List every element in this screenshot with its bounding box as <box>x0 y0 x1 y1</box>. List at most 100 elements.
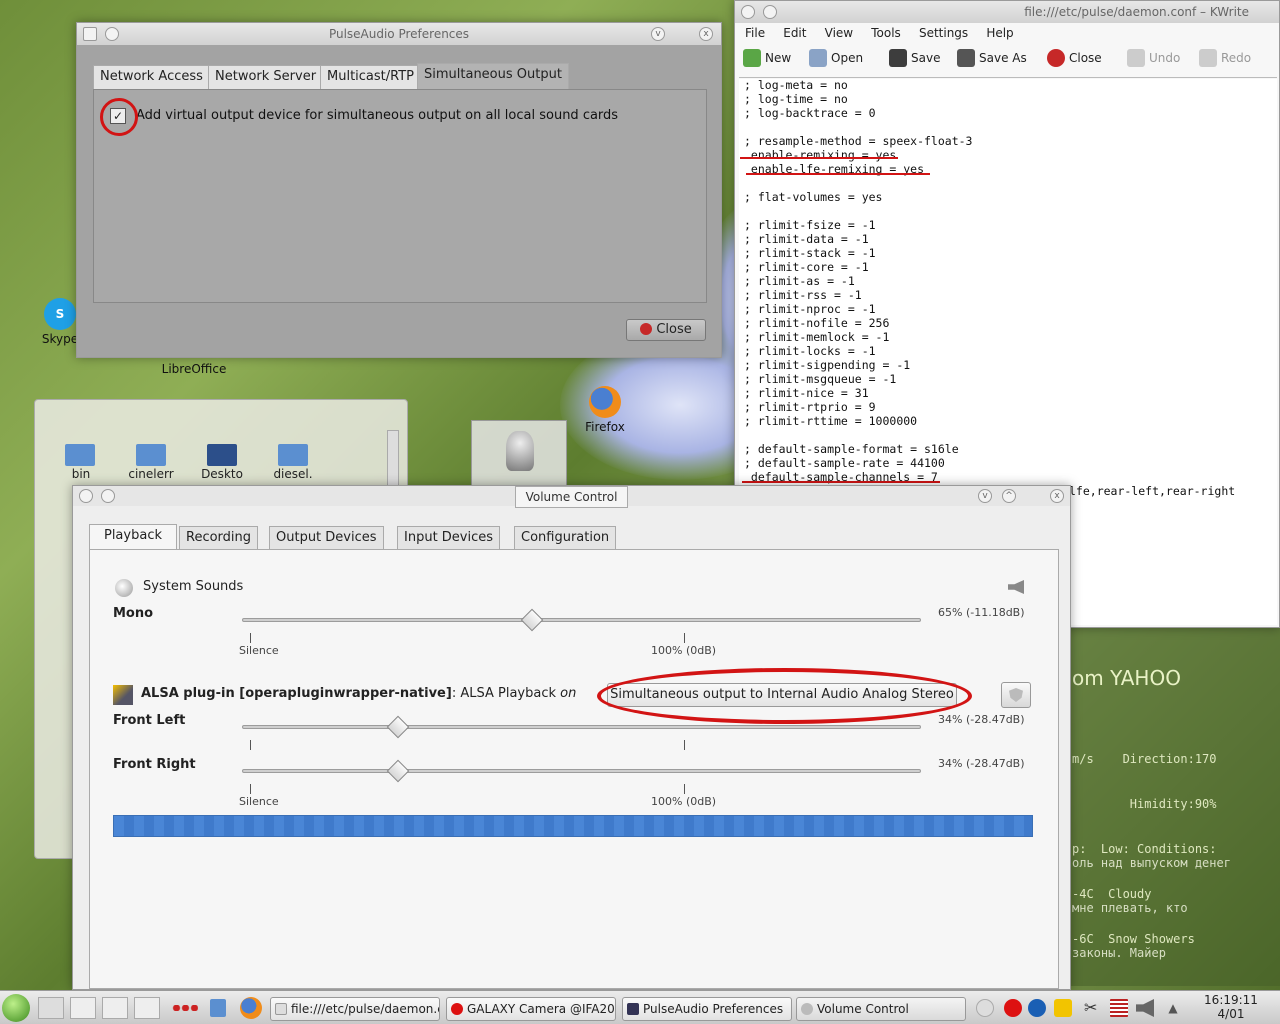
menu-view[interactable]: View <box>825 26 853 40</box>
kwrite-titlebar[interactable]: file:///etc/pulse/daemon.conf – KWrite <box>735 1 1279 23</box>
code-line: enable-remixing = yes <box>744 148 897 162</box>
desktop-folder-icon[interactable] <box>207 444 237 466</box>
activities-dots-icon[interactable] <box>172 1005 198 1011</box>
undo-button[interactable]: Undo <box>1127 49 1180 67</box>
task-opera[interactable]: GALAXY Camera @IFA201 <box>446 997 616 1021</box>
minimize-icon[interactable]: v <box>978 489 992 503</box>
pin-icon[interactable] <box>101 489 115 503</box>
volume-control-icon <box>801 1003 813 1015</box>
scissors-icon[interactable]: ✂ <box>1084 999 1102 1017</box>
minimize-icon[interactable]: v <box>651 27 665 41</box>
code-line-tail: lfe,rear-left,rear-right <box>1069 484 1236 498</box>
save-button[interactable]: Save <box>889 49 940 67</box>
code-line: ; rlimit-memlock = -1 <box>744 330 890 344</box>
us-flag-icon[interactable] <box>1110 999 1128 1017</box>
tab-network-access[interactable]: Network Access <box>93 65 210 89</box>
task-pulseaudio-preferences[interactable]: PulseAudio Preferences <box>622 997 792 1021</box>
volume-icon[interactable] <box>1136 999 1154 1017</box>
task-kwrite[interactable]: file:///etc/pulse/daemon.co <box>270 997 440 1021</box>
new-button[interactable]: New <box>743 49 791 67</box>
pin-icon[interactable] <box>105 27 119 41</box>
menu-tools[interactable]: Tools <box>871 26 901 40</box>
start-menu-icon[interactable] <box>2 994 30 1022</box>
new-label: New <box>765 51 792 65</box>
folder-icon[interactable] <box>278 444 308 466</box>
redo-label: Redo <box>1221 51 1252 65</box>
desktop-pager-1[interactable] <box>38 997 64 1019</box>
maximize-icon[interactable]: ^ <box>1002 489 1016 503</box>
desktop-pager-2[interactable] <box>70 997 96 1019</box>
tab-configuration[interactable]: Configuration <box>514 526 617 550</box>
window-title: file:///etc/pulse/daemon.conf – KWrite <box>1024 5 1249 19</box>
tab-multicast-rtp[interactable]: Multicast/RTP <box>320 65 422 89</box>
menu-help[interactable]: Help <box>986 26 1013 40</box>
menu-file[interactable]: File <box>745 26 765 40</box>
save-as-button[interactable]: Save As <box>957 49 1027 67</box>
front-left-value: 34% (-28.47dB) <box>938 713 1025 726</box>
folder-scrollbar[interactable] <box>387 430 399 490</box>
pulseaudio-preferences-window: PulseAudio Preferences v x Network Acces… <box>76 22 722 358</box>
shield-icon <box>1009 688 1023 702</box>
save-as-label: Save As <box>979 51 1027 65</box>
code-line: ; default-sample-format = s16le <box>744 442 959 456</box>
chess-knight-icon <box>506 431 534 471</box>
close-icon[interactable]: x <box>1050 489 1064 503</box>
tab-network-server[interactable]: Network Server <box>208 65 324 89</box>
slider-tick-silence <box>250 784 251 794</box>
folder-icon[interactable] <box>65 444 95 466</box>
desktop-icon-firefox[interactable]: Firefox <box>565 386 645 434</box>
desktop-pager-4[interactable] <box>134 997 160 1019</box>
tray-expand-icon[interactable]: ▲ <box>1164 999 1182 1017</box>
task-volume-control[interactable]: Volume Control <box>796 997 966 1021</box>
folder-icon[interactable] <box>136 444 166 466</box>
hp-icon[interactable] <box>1028 999 1046 1017</box>
close-button[interactable]: Close <box>626 319 706 341</box>
lock-channels-button[interactable] <box>1001 682 1031 708</box>
menu-settings[interactable]: Settings <box>919 26 968 40</box>
code-line: ; rlimit-core = -1 <box>744 260 869 274</box>
clock[interactable]: 16:19:11 4/01 <box>1196 993 1266 1021</box>
annotation-ellipse <box>597 668 972 724</box>
redo-button[interactable]: Redo <box>1199 49 1251 67</box>
close-doc-icon <box>1047 49 1065 67</box>
system-sounds-label: System Sounds <box>143 579 244 594</box>
tab-output-devices[interactable]: Output Devices <box>269 526 384 550</box>
tab-simultaneous-output[interactable]: Simultaneous Output <box>417 63 569 89</box>
window-title: Volume Control <box>514 486 629 508</box>
file-manager-icon[interactable] <box>210 999 226 1017</box>
tab-playback[interactable]: Playback <box>89 524 177 550</box>
code-line: ; rlimit-rss = -1 <box>744 288 862 302</box>
window-menu-icon[interactable] <box>83 27 97 41</box>
firefox-launcher-icon[interactable] <box>240 997 262 1019</box>
save-label: Save <box>911 51 941 65</box>
desktop-pager-3[interactable] <box>102 997 128 1019</box>
volume-control-window: Volume Control v ^ x Playback Recording … <box>72 485 1071 990</box>
stream-description: ALSA Playback <box>460 686 557 701</box>
tab-input-devices[interactable]: Input Devices <box>397 526 501 550</box>
open-button[interactable]: Open <box>809 49 863 67</box>
chess-widget[interactable] <box>471 420 567 488</box>
stream-on-label: on <box>560 686 577 701</box>
pin-icon[interactable] <box>763 5 777 19</box>
vc-titlebar[interactable]: Volume Control v ^ x <box>73 486 1070 508</box>
close-icon[interactable]: x <box>699 27 713 41</box>
window-menu-icon[interactable] <box>741 5 755 19</box>
pa-titlebar[interactable]: PulseAudio Preferences v x <box>77 23 721 45</box>
desktop-icon-label: Firefox <box>585 420 625 434</box>
front-left-slider-track[interactable] <box>242 725 921 729</box>
menu-edit[interactable]: Edit <box>783 26 806 40</box>
front-right-slider-track[interactable] <box>242 769 921 773</box>
system-sounds-icon <box>115 579 133 597</box>
window-menu-icon[interactable] <box>79 489 93 503</box>
code-line: ; resample-method = speex-float-3 <box>744 134 973 148</box>
mono-slider-track[interactable] <box>242 618 921 622</box>
opera-tray-icon[interactable] <box>1004 999 1022 1017</box>
tab-recording[interactable]: Recording <box>179 526 259 550</box>
folder-item-label: diesel. <box>273 467 313 481</box>
clipboard-icon[interactable] <box>1054 999 1072 1017</box>
keyboard-layout-icon[interactable] <box>976 999 994 1017</box>
close-doc-button[interactable]: Close <box>1047 49 1102 67</box>
code-line: ; rlimit-locks = -1 <box>744 344 876 358</box>
kwrite-menubar: File Edit View Tools Settings Help <box>745 26 1265 44</box>
document-icon <box>275 1003 287 1015</box>
